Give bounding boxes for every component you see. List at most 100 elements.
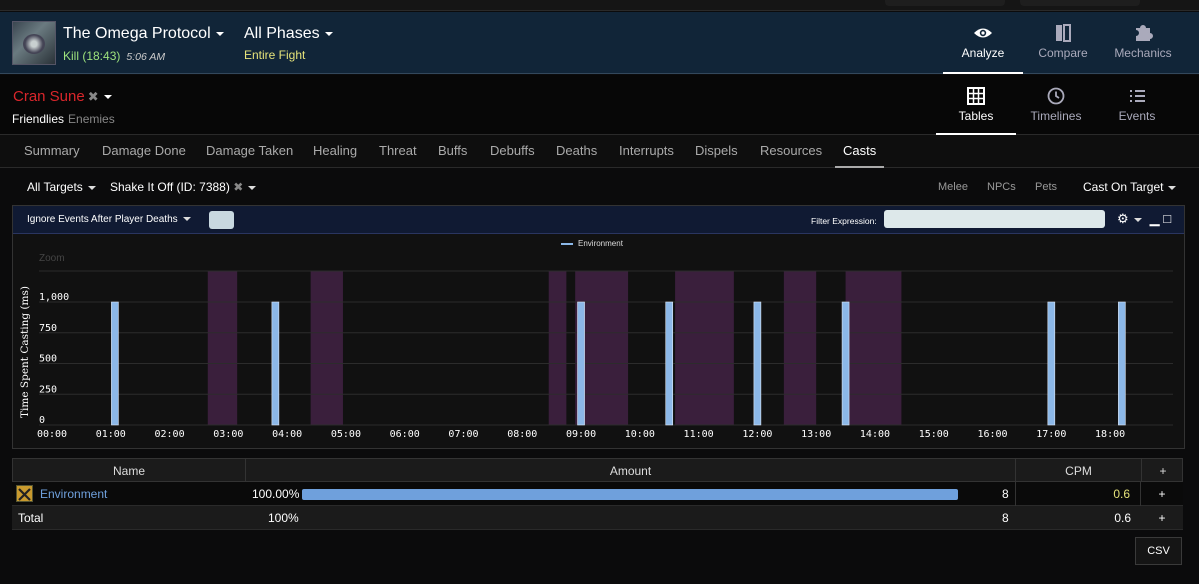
- encounter-header: The Omega Protocol Kill (18:43) 5:06 AM A…: [0, 12, 1199, 74]
- x-tick-label: 04:00: [272, 429, 302, 440]
- cast-bar: [577, 301, 585, 426]
- maximize-icon[interactable]: □: [1163, 211, 1171, 226]
- x-tick-label: 09:00: [566, 429, 596, 440]
- targets-dropdown[interactable]: All Targets: [27, 180, 96, 194]
- phase-highlight-band: [783, 271, 817, 425]
- gear-icon[interactable]: ⚙: [1117, 211, 1129, 226]
- tab-casts[interactable]: Casts: [835, 135, 885, 168]
- x-tick-label: 05:00: [331, 429, 361, 440]
- filter-bar: All Targets Shake It Off (ID: 7388) ✖ Me…: [0, 168, 1199, 205]
- view-tables[interactable]: Tables: [936, 75, 1016, 135]
- phase-highlight-band: [548, 271, 567, 425]
- csv-button[interactable]: CSV: [1135, 537, 1182, 565]
- x-tick-label: 07:00: [448, 429, 478, 440]
- x-tick-label: 03:00: [213, 429, 243, 440]
- friendly-enemy-toggle: Friendlies Enemies: [12, 112, 115, 126]
- y-tick-label: 500: [39, 354, 57, 365]
- puzzle-icon: [1136, 25, 1153, 41]
- compare-icon: [1056, 24, 1071, 42]
- ability-dropdown[interactable]: Shake It Off (ID: 7388) ✖: [110, 180, 257, 194]
- total-percent: 100%: [268, 511, 299, 525]
- nav-mechanics[interactable]: Mechanics: [1103, 12, 1183, 74]
- chart-plot: 1,000 750 500 250 0 00:00 01:00 02:00 03:00 04:00…: [37, 270, 1173, 440]
- minimize-icon[interactable]: ▁: [1150, 211, 1160, 226]
- tab-damage-done[interactable]: Damage Done: [102, 135, 186, 168]
- col-amount[interactable]: Amount: [246, 459, 1016, 483]
- cast-bar: [271, 301, 280, 426]
- list-icon: [1130, 90, 1145, 102]
- row-cpm: 0.6: [1015, 482, 1141, 506]
- x-tick-label: 11:00: [684, 429, 714, 440]
- x-tick-label: 01:00: [96, 429, 126, 440]
- npcs-filter[interactable]: NPCs: [987, 181, 1016, 193]
- x-tick-label: 10:00: [625, 429, 655, 440]
- nav-analyze[interactable]: Analyze: [943, 12, 1023, 74]
- tab-healing[interactable]: Healing: [313, 135, 357, 168]
- tab-damage-taken[interactable]: Damage Taken: [206, 135, 293, 168]
- clock-icon: [1047, 87, 1065, 105]
- phase-highlight-band: [845, 271, 902, 425]
- row-amount-bar: [302, 489, 958, 500]
- col-name[interactable]: Name: [13, 459, 246, 483]
- total-expand-button[interactable]: +: [1141, 506, 1183, 530]
- casts-chart: Ignore Events After Player Deaths Filter…: [12, 205, 1185, 449]
- view-timelines[interactable]: Timelines: [1016, 75, 1096, 135]
- view-events[interactable]: Events: [1097, 75, 1177, 135]
- total-label: Total: [18, 511, 44, 525]
- cast-bar: [665, 301, 674, 426]
- tab-debuffs[interactable]: Debuffs: [490, 135, 535, 168]
- chart-toolbar: Ignore Events After Player Deaths Filter…: [13, 206, 1184, 234]
- total-count: 8: [1002, 511, 1009, 525]
- clear-player-icon[interactable]: ✖: [88, 89, 99, 104]
- melee-filter[interactable]: Melee: [938, 181, 968, 193]
- cast-bar: [111, 301, 119, 426]
- enemies-link[interactable]: Enemies: [68, 112, 115, 126]
- x-tick-label: 13:00: [801, 429, 831, 440]
- x-tick-label: 06:00: [390, 429, 420, 440]
- cast-on-target-dropdown[interactable]: Cast On Target: [1083, 180, 1177, 194]
- tab-threat[interactable]: Threat: [379, 135, 417, 168]
- top-strip: [0, 0, 1199, 11]
- encounter-title[interactable]: The Omega Protocol: [63, 25, 224, 43]
- col-plus[interactable]: +: [1142, 459, 1184, 483]
- tab-deaths[interactable]: Deaths: [556, 135, 597, 168]
- tab-buffs[interactable]: Buffs: [438, 135, 467, 168]
- ignore-deaths-dropdown[interactable]: Ignore Events After Player Deaths: [27, 214, 191, 225]
- tab-interrupts[interactable]: Interrupts: [619, 135, 674, 168]
- encounter-avatar: [12, 21, 56, 65]
- cast-bar: [1047, 301, 1056, 426]
- tab-dispels[interactable]: Dispels: [695, 135, 738, 168]
- table-total-row: Total 100% 8 0.6 +: [12, 506, 1183, 530]
- row-expand-button[interactable]: +: [1141, 482, 1183, 506]
- nav-compare[interactable]: Compare: [1023, 12, 1103, 74]
- casts-table: Name Amount CPM + Environment 100.00% 8 …: [12, 458, 1183, 530]
- phase-highlight-band: [310, 271, 343, 425]
- friendlies-link[interactable]: Friendlies: [12, 112, 64, 126]
- row-count: 8: [1002, 487, 1009, 501]
- x-tick-label: 02:00: [155, 429, 185, 440]
- tab-summary[interactable]: Summary: [24, 135, 80, 168]
- y-tick-label: 750: [39, 323, 57, 334]
- y-tick-label: 1,000: [39, 292, 69, 303]
- environment-icon: [16, 485, 33, 502]
- player-header: Cran Sune ✖ Friendlies Enemies Tables Time…: [0, 75, 1199, 135]
- cast-bar: [1118, 301, 1126, 426]
- col-cpm[interactable]: CPM: [1016, 459, 1142, 483]
- pets-filter[interactable]: Pets: [1035, 181, 1057, 193]
- table-row: Environment 100.00% 8 0.6 +: [12, 482, 1183, 506]
- kill-info: Kill (18:43) 5:06 AM: [63, 49, 166, 63]
- phase-selector[interactable]: All Phases: [244, 25, 333, 43]
- y-tick-label: 0: [39, 415, 45, 426]
- x-tick-label: 14:00: [860, 429, 890, 440]
- x-tick-label: 12:00: [742, 429, 772, 440]
- player-selector[interactable]: Cran Sune ✖: [13, 88, 112, 105]
- filter-expression-input[interactable]: [884, 210, 1105, 228]
- clear-ability-icon[interactable]: ✖: [233, 180, 243, 194]
- cast-bar: [841, 301, 850, 426]
- row-name[interactable]: Environment: [40, 482, 107, 506]
- x-tick-label: 18:00: [1095, 429, 1125, 440]
- tab-resources[interactable]: Resources: [760, 135, 822, 168]
- report-tabs: Summary Damage Done Damage Taken Healing Thr…: [0, 135, 1199, 168]
- ignore-deaths-toggle[interactable]: [209, 211, 234, 229]
- phase-highlight-band: [207, 271, 238, 425]
